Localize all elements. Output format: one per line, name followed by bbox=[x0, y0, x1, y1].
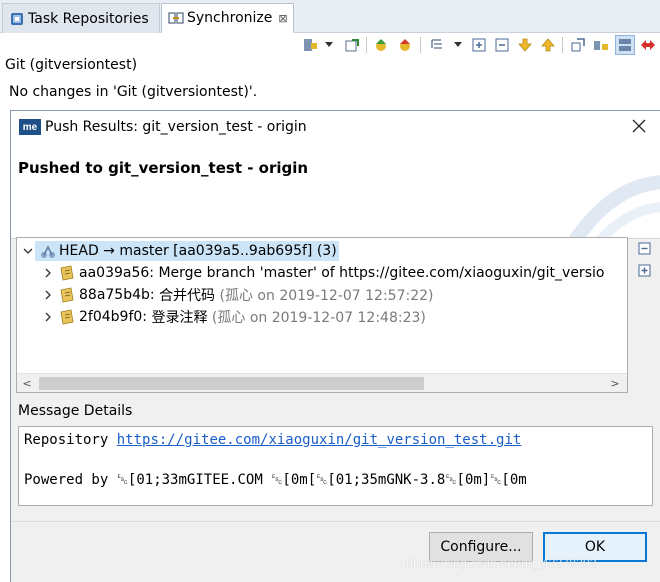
scroll-thumb[interactable] bbox=[39, 377, 424, 390]
commit-author-date: (孤心 on 2019-12-07 12:48:23) bbox=[211, 310, 426, 326]
chevron-right-icon[interactable] bbox=[41, 266, 55, 280]
commit-author-date: (孤心 on 2019-12-07 12:57:22) bbox=[219, 288, 434, 304]
eclipse-me-logo: me bbox=[19, 119, 41, 135]
chevron-down-icon[interactable] bbox=[21, 244, 35, 258]
next-difference-button[interactable] bbox=[515, 35, 535, 55]
chevron-down-icon[interactable] bbox=[325, 42, 333, 47]
message-details-label: Message Details bbox=[18, 403, 133, 419]
scroll-right-icon[interactable]: > bbox=[605, 374, 625, 392]
commit-message: 合并代码 bbox=[159, 288, 216, 304]
tree-row-head[interactable]: HEAD → master [aa039a5..9ab695f] (3) bbox=[21, 240, 339, 262]
push-summary-heading: Pushed to git_version_test - origin bbox=[18, 159, 309, 177]
pin-icon bbox=[345, 39, 359, 52]
chevron-right-icon[interactable] bbox=[41, 288, 55, 302]
repository-prefix: Repository bbox=[24, 432, 109, 448]
repository-url-link[interactable]: https://gitee.com/xiaoguxin/git_version_… bbox=[117, 432, 522, 448]
arrow-down-icon bbox=[518, 38, 532, 52]
commit-id: 88a75b4b: bbox=[79, 287, 155, 303]
commit-icon bbox=[60, 287, 74, 303]
commit-icon bbox=[60, 309, 74, 325]
chevron-right-icon[interactable] bbox=[41, 310, 55, 324]
close-tab-icon[interactable]: ⊠ bbox=[278, 12, 287, 25]
expand-all-icon bbox=[472, 38, 486, 52]
scroll-left-icon[interactable]: < bbox=[17, 374, 37, 392]
commit-message: Merge branch 'master' of https://gitee.c… bbox=[158, 265, 605, 281]
close-icon[interactable] bbox=[629, 116, 649, 136]
conflict-arrows-icon bbox=[641, 40, 655, 50]
task-repositories-icon bbox=[9, 11, 25, 27]
tab-label: Task Repositories bbox=[28, 10, 149, 27]
view-title: Git (gitversiontest) bbox=[5, 57, 138, 73]
pin-button[interactable] bbox=[342, 35, 362, 55]
open-compare-button[interactable] bbox=[568, 35, 588, 55]
pull-arrow-icon bbox=[376, 39, 386, 51]
view-tab-bar: Task Repositories Synchronize ⊠ bbox=[0, 0, 660, 33]
conflicts-mode-button[interactable] bbox=[638, 35, 658, 55]
collapse-all-button[interactable] bbox=[637, 241, 653, 257]
synchronize-button[interactable] bbox=[300, 35, 320, 55]
dialog-header: Pushed to git_version_test - origin bbox=[11, 143, 660, 239]
commit-icon bbox=[60, 265, 74, 281]
collapse-all-icon bbox=[495, 38, 509, 52]
no-changes-message: No changes in 'Git (gitversiontest)'. bbox=[9, 84, 258, 100]
push-results-tree[interactable]: HEAD → master [aa039a5..9ab695f] (3) aa0… bbox=[16, 237, 628, 393]
push-button[interactable] bbox=[395, 35, 415, 55]
push-results-dialog: me Push Results: git_version_test - orig… bbox=[10, 110, 660, 582]
incoming-mode-icon bbox=[594, 41, 608, 50]
tree-row-commit[interactable]: 88a75b4b: 合并代码 (孤心 on 2019-12-07 12:57:2… bbox=[41, 284, 435, 306]
commit-id: 2f04b9f0: bbox=[79, 309, 147, 325]
commit-id: aa039a56: bbox=[79, 265, 154, 281]
expand-all-button[interactable] bbox=[637, 263, 653, 279]
pull-button[interactable] bbox=[371, 35, 391, 55]
horizontal-scrollbar[interactable]: < > bbox=[17, 373, 627, 392]
tab-synchronize[interactable]: Synchronize ⊠ bbox=[161, 3, 294, 33]
chevron-down-icon[interactable] bbox=[454, 42, 462, 47]
dialog-title: Push Results: git_version_test - origin bbox=[45, 119, 307, 135]
tree-row-commit[interactable]: aa039a56: Merge branch 'master' of https… bbox=[41, 262, 606, 284]
synchronize-icon bbox=[168, 10, 184, 26]
repo-push-icon bbox=[41, 245, 55, 258]
open-window-icon bbox=[571, 38, 585, 52]
commit-message: 登录注释 bbox=[151, 310, 208, 326]
sync-icon bbox=[304, 39, 317, 51]
tab-task-repositories[interactable]: Task Repositories bbox=[2, 3, 160, 33]
push-arrow-icon bbox=[400, 39, 410, 51]
collapse-all-button[interactable] bbox=[492, 35, 512, 55]
presentation-button[interactable] bbox=[427, 35, 447, 55]
sync-mode-icon bbox=[619, 39, 631, 51]
watermark-text: https://blog.csdn.net/qq_42278202 bbox=[406, 556, 597, 570]
message-details-text[interactable]: Repository https://gitee.com/xiaoguxin/g… bbox=[18, 426, 653, 506]
tree-layout-icon bbox=[431, 39, 442, 49]
dialog-titlebar: me Push Results: git_version_test - orig… bbox=[11, 111, 660, 143]
previous-difference-button[interactable] bbox=[538, 35, 558, 55]
tree-row-commit[interactable]: 2f04b9f0: 登录注释 (孤心 on 2019-12-07 12:48:2… bbox=[41, 306, 428, 328]
powered-by-line: Powered by ␛[01;33mGITEE.COM ␛[0m[␛[01;3… bbox=[24, 472, 527, 488]
incoming-outgoing-mode-button[interactable] bbox=[615, 35, 635, 55]
expand-all-icon bbox=[638, 264, 651, 277]
collapse-all-icon bbox=[638, 242, 651, 255]
header-decoration-icon bbox=[568, 175, 660, 238]
incoming-mode-button[interactable] bbox=[591, 35, 611, 55]
arrow-up-icon bbox=[541, 38, 555, 52]
synchronize-toolbar bbox=[0, 33, 660, 57]
expand-all-button[interactable] bbox=[469, 35, 489, 55]
head-ref-label: HEAD → master [aa039a5..9ab695f] (3) bbox=[59, 243, 337, 259]
tab-label: Synchronize bbox=[187, 10, 273, 26]
